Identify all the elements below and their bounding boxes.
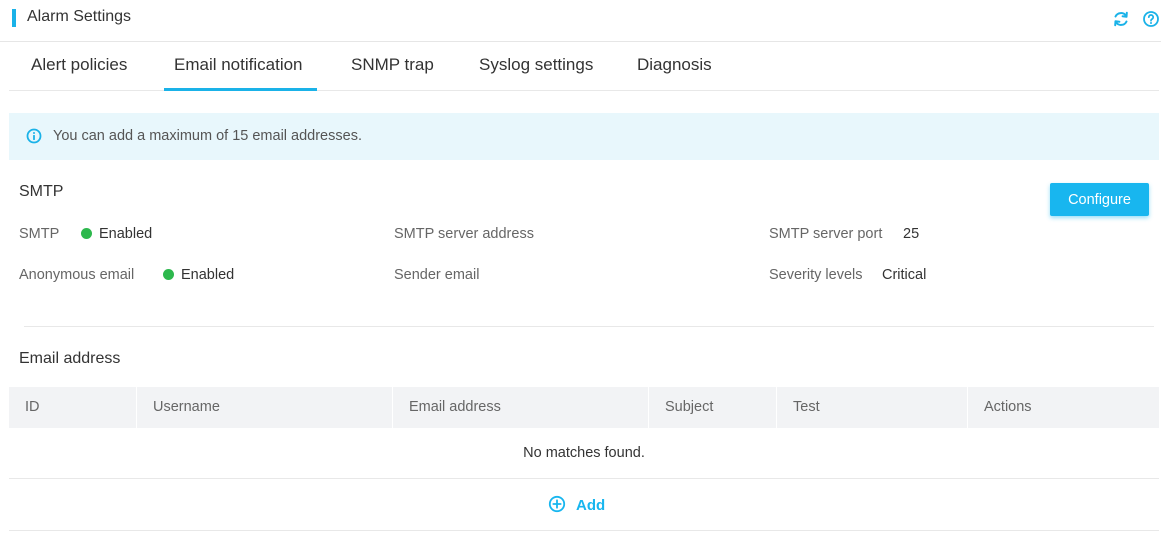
page-header: Alarm Settings [0, 0, 1161, 42]
column-header-email-address: Email address [393, 387, 649, 428]
column-header-actions: Actions [984, 399, 1032, 415]
configure-button[interactable]: Configure [1050, 183, 1149, 216]
help-icon[interactable] [1142, 10, 1160, 28]
title-accent-bar [12, 9, 16, 27]
tab-bar: Alert policies Email notification SNMP t… [9, 42, 1159, 91]
add-row: Add [9, 479, 1159, 531]
smtp-status: Enabled [81, 226, 152, 242]
add-label: Add [576, 497, 606, 514]
add-circle-icon [548, 495, 566, 513]
tab-snmp-trap[interactable]: SNMP trap [351, 55, 434, 75]
refresh-icon[interactable] [1112, 10, 1130, 28]
smtp-server-address-label: SMTP server address [394, 226, 534, 242]
status-dot [81, 228, 92, 239]
severity-levels-value: Critical [882, 267, 927, 283]
anonymous-email-label: Anonymous email [19, 267, 135, 283]
smtp-status-text: Enabled [99, 226, 153, 242]
severity-levels-label: Severity levels [769, 267, 863, 283]
smtp-server-port-value: 25 [903, 226, 920, 242]
notice-text: You can add a maximum of 15 email addres… [53, 128, 362, 144]
info-notice: You can add a maximum of 15 email addres… [9, 113, 1159, 160]
tab-alert-policies[interactable]: Alert policies [31, 55, 127, 75]
info-icon [26, 128, 42, 144]
smtp-section-title: SMTP [19, 183, 64, 200]
tab-diagnosis[interactable]: Diagnosis [637, 55, 712, 75]
email-table-header: ID Username Email address Subject Test A… [9, 387, 1159, 428]
anonymous-email-status: Enabled [163, 267, 234, 283]
sender-email-label: Sender email [394, 267, 480, 283]
add-email-button[interactable]: Add [548, 495, 605, 515]
tab-syslog-settings[interactable]: Syslog settings [479, 55, 593, 75]
column-header-subject: Subject [649, 387, 777, 428]
column-header-username: Username [137, 387, 393, 428]
column-header-test: Test [777, 387, 968, 428]
empty-table-message: No matches found. [9, 428, 1159, 479]
email-section-title: Email address [19, 350, 121, 367]
anonymous-status-text: Enabled [181, 267, 235, 283]
section-divider [24, 326, 1154, 327]
smtp-label: SMTP [19, 226, 60, 242]
active-tab-indicator [164, 88, 317, 91]
page-title: Alarm Settings [27, 8, 132, 25]
status-dot [163, 269, 174, 280]
column-header-id: ID [9, 387, 137, 428]
smtp-server-port-label: SMTP server port [769, 226, 883, 242]
tab-email-notification[interactable]: Email notification [174, 55, 303, 75]
